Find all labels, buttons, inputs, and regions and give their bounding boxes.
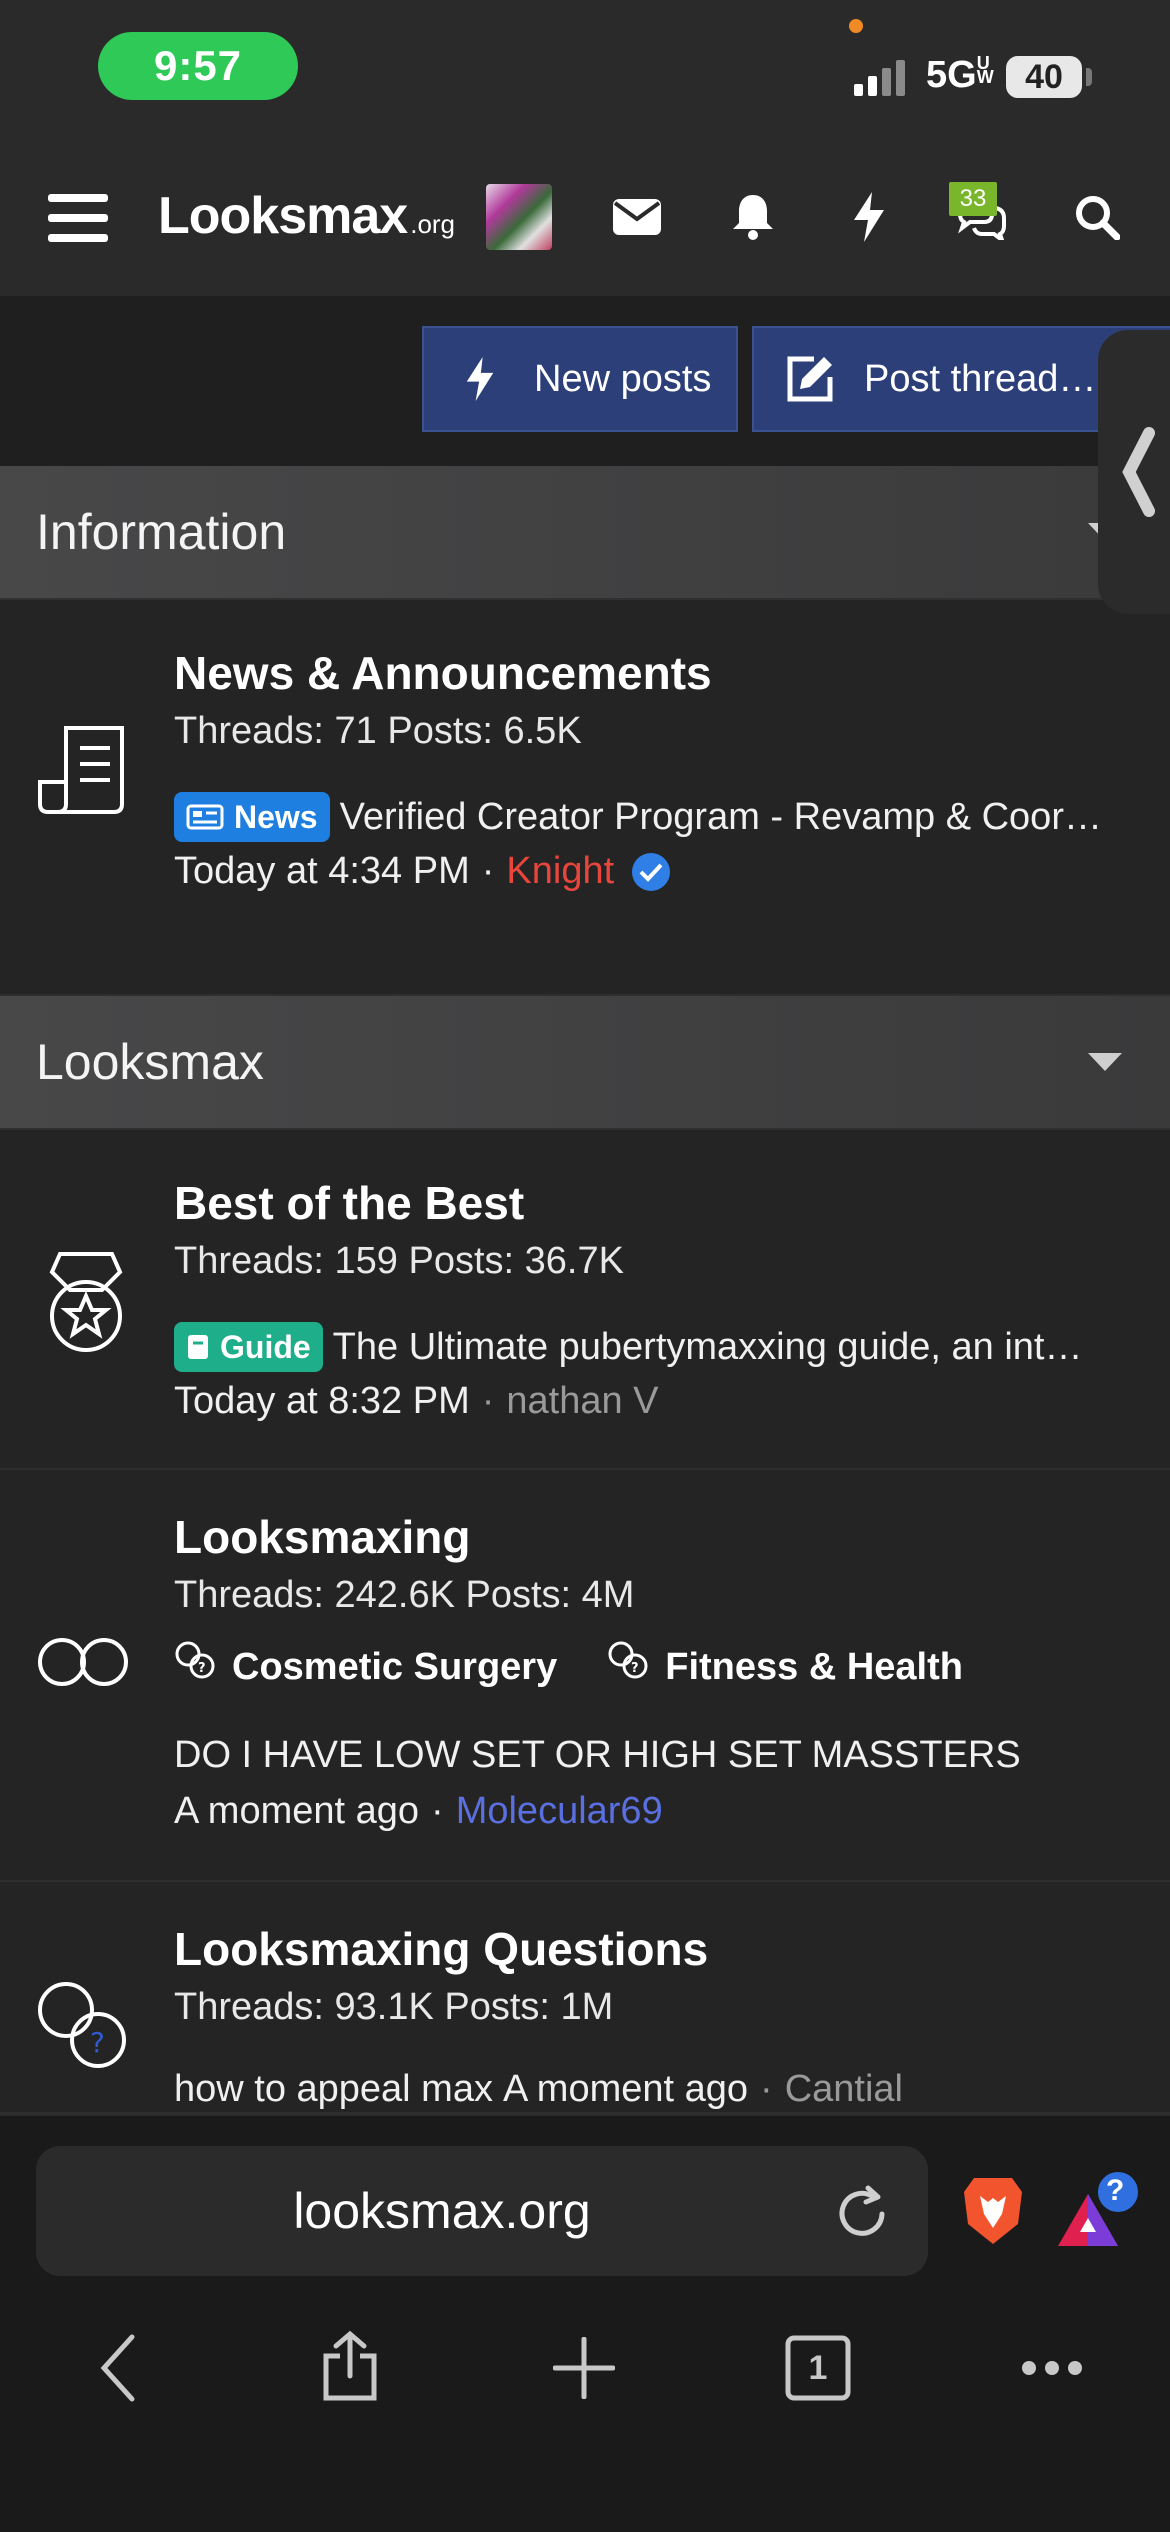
latest-user[interactable]: Knight <box>506 850 614 893</box>
latest-meta: Today at 4:34 PM · Knight <box>174 850 672 893</box>
site-header: 9:57 5GUW 40 Looksmax .org 33 <box>0 0 1170 296</box>
reload-icon[interactable] <box>832 2184 892 2244</box>
latest-thread[interactable]: News Verified Creator Program - Revamp &… <box>174 792 1102 842</box>
new-posts-button[interactable]: New posts <box>422 326 738 432</box>
address-bar[interactable]: looksmax.org <box>36 2146 928 2276</box>
prefix-badge: Guide <box>174 1322 323 1372</box>
svg-text:?: ? <box>198 1661 206 1676</box>
battery-icon <box>1086 68 1092 86</box>
edit-icon <box>780 349 840 409</box>
questions-icon: ? <box>38 1982 126 2068</box>
user-avatar[interactable] <box>486 184 552 250</box>
latest-time: A moment ago <box>502 2068 749 2110</box>
latest-thread-title[interactable]: DO I HAVE LOW SET OR HIGH SET MASSTERS <box>174 1734 1021 1777</box>
subforum-fitness-health[interactable]: ? Fitness & Health <box>607 1641 963 1689</box>
chevron-down-icon[interactable] <box>1088 1053 1122 1071</box>
forum-title[interactable]: News & Announcements <box>174 646 712 700</box>
subforum-icon: ? <box>608 1641 648 1678</box>
infinity-icon <box>38 1638 128 1686</box>
signal-icon <box>854 60 905 96</box>
document-icon <box>38 726 124 814</box>
forum-title[interactable]: Looksmaxing <box>174 1510 471 1564</box>
latest-meta[interactable]: how to appeal max A moment ago · Cantial <box>174 2068 903 2111</box>
forum-stats: Threads: 159 Posts: 36.7K <box>174 1240 624 1282</box>
new-tab-icon[interactable] <box>544 2328 624 2408</box>
category-header-looksmax[interactable]: Looksmax <box>0 996 1170 1130</box>
rewards-badge: ? <box>1106 2174 1125 2207</box>
bolt-icon[interactable] <box>836 184 902 250</box>
latest-time: Today at 8:32 PM <box>174 1380 470 1422</box>
brave-rewards-icon[interactable]: ? <box>1056 2166 1156 2256</box>
network-type: 5GUW <box>926 53 994 96</box>
search-icon[interactable] <box>1064 184 1130 250</box>
latest-thread[interactable]: Guide The Ultimate pubertymaxxing guide,… <box>174 1322 1083 1372</box>
book-icon <box>188 1335 208 1359</box>
latest-user[interactable]: nathan V <box>506 1380 658 1423</box>
subforum-icon: ? <box>175 1641 215 1678</box>
forum-node-news[interactable]: News & Announcements Threads: 71 Posts: … <box>0 600 1170 996</box>
prefix-badge: News <box>174 792 330 842</box>
latest-thread-title: The Ultimate pubertymaxxing guide, an in… <box>332 1325 1083 1368</box>
tab-count: 1 <box>808 2348 828 2387</box>
subforum-cosmetic-surgery[interactable]: ? Cosmetic Surgery <box>174 1641 557 1689</box>
mail-icon[interactable] <box>604 184 670 250</box>
forum-node-looksmaxing-questions[interactable]: ? Looksmaxing Questions Threads: 93.1K P… <box>0 1882 1170 2114</box>
sidebar-toggle[interactable] <box>1098 330 1170 614</box>
battery-level: 40 <box>1006 56 1082 98</box>
share-icon[interactable] <box>310 2326 390 2406</box>
chevron-left-icon <box>1122 427 1155 517</box>
latest-user[interactable]: Molecular69 <box>456 1790 663 1833</box>
latest-thread-title: how to appeal max <box>174 2068 493 2110</box>
tabs-icon[interactable]: 1 <box>778 2328 858 2408</box>
bell-icon[interactable] <box>720 184 786 250</box>
action-bar: New posts Post thread… <box>0 296 1170 466</box>
back-icon[interactable] <box>78 2328 158 2408</box>
latest-time: A moment ago <box>174 1790 420 1832</box>
medal-icon <box>49 1252 123 1352</box>
brave-shields-icon[interactable] <box>960 2174 1026 2246</box>
forum-stats: Threads: 242.6K Posts: 4M <box>174 1574 635 1616</box>
latest-meta: A moment ago · Molecular69 <box>174 1790 663 1833</box>
forum-node-looksmaxing[interactable]: Looksmaxing Threads: 242.6K Posts: 4M ? … <box>0 1470 1170 1882</box>
subforum-list: ? Cosmetic Surgery ? Fitness & Health <box>174 1641 1013 1689</box>
hamburger-icon[interactable] <box>48 192 108 244</box>
svg-text:?: ? <box>631 1661 639 1676</box>
more-icon[interactable] <box>1012 2328 1092 2408</box>
site-logo[interactable]: Looksmax .org <box>158 186 455 246</box>
latest-meta: Today at 8:32 PM · nathan V <box>174 1380 659 1423</box>
forum-stats: Threads: 71 Posts: 6.5K <box>174 710 582 752</box>
latest-user[interactable]: Cantial <box>785 2068 903 2111</box>
url-text: looksmax.org <box>293 2183 591 2239</box>
verified-icon <box>632 852 671 891</box>
latest-time: Today at 4:34 PM <box>174 850 470 892</box>
forum-node-best-of-the-best[interactable]: Best of the Best Threads: 159 Posts: 36.… <box>0 1130 1170 1470</box>
conversations-badge: 33 <box>949 182 997 216</box>
category-header-information[interactable]: Information <box>0 466 1170 600</box>
bolt-icon <box>450 349 510 409</box>
forum-title[interactable]: Best of the Best <box>174 1176 524 1230</box>
latest-thread-title: Verified Creator Program - Revamp & Coor… <box>339 795 1102 838</box>
status-time: 9:57 <box>98 32 298 100</box>
newspaper-icon <box>186 804 224 830</box>
privacy-indicator <box>849 19 863 33</box>
forum-title[interactable]: Looksmaxing Questions <box>174 1922 708 1976</box>
forum-stats: Threads: 93.1K Posts: 1M <box>174 1986 614 2028</box>
svg-text:?: ? <box>90 2026 105 2059</box>
browser-toolbar: looksmax.org ? 1 <box>0 2114 1170 2532</box>
